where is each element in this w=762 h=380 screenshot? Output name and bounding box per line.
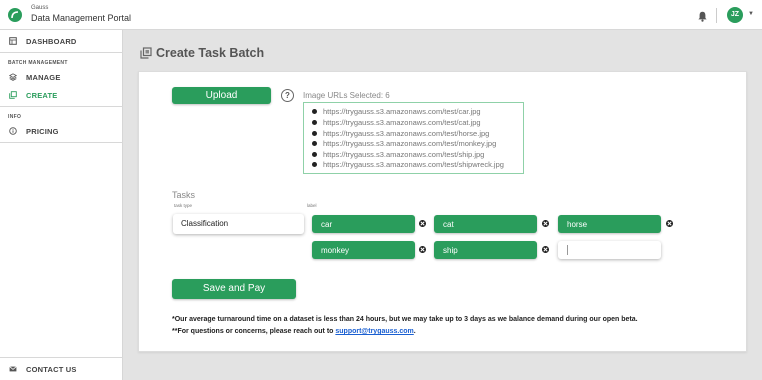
bullet-icon [312,109,317,114]
sidebar-divider [0,142,123,143]
bullet-icon [312,141,317,146]
label-chip[interactable]: cat [434,215,537,233]
text-cursor [567,245,568,255]
sidebar-item-label: MANAGE [26,73,61,82]
label-chip[interactable]: horse [558,215,661,233]
sidebar-divider [0,52,123,53]
bullet-icon [312,130,317,136]
bullet-icon [312,162,317,167]
sidebar-item-manage[interactable]: MANAGE [0,68,123,86]
label-chip-text: car [321,220,333,229]
remove-label-icon[interactable] [542,246,549,253]
sidebar-item-pricing[interactable]: PRICING [0,122,123,140]
upload-button[interactable]: Upload [172,87,271,104]
task-type-field[interactable]: Classification [173,214,304,234]
section-label-batch-management: BATCH MANAGEMENT [8,60,68,66]
turnaround-note: *Our average turnaround time on a datase… [172,316,638,323]
notification-bell-icon[interactable] [698,9,707,27]
create-batch-card: Upload ? Image URLs Selected: 6 https://… [138,71,747,352]
new-label-input[interactable] [558,241,661,259]
app-title: Data Management Portal [31,13,132,23]
help-icon[interactable]: ? [281,89,294,102]
sidebar-divider [0,106,123,107]
label-field-label: label [307,203,317,208]
image-url: https://trygauss.s3.amazonaws.com/test/s… [323,160,504,169]
layers-icon [9,73,17,81]
label-chip[interactable]: ship [434,241,537,259]
image-url: https://trygauss.s3.amazonaws.com/test/c… [323,107,481,116]
image-urls-count: Image URLs Selected: 6 [303,91,390,100]
sidebar-item-dashboard[interactable]: DASHBOARD [0,32,123,50]
image-url: https://trygauss.s3.amazonaws.com/test/s… [323,149,485,159]
contact-note: **For questions or concerns, please reac… [172,328,416,335]
section-label-info: INFO [8,114,22,120]
collections-icon [9,91,17,99]
support-email-link[interactable]: support@trygauss.com [335,328,413,335]
remove-label-icon[interactable] [419,246,426,253]
label-chip-text: cat [443,220,454,229]
remove-label-icon[interactable] [419,220,426,227]
collections-icon [140,47,152,59]
remove-label-icon[interactable] [666,220,673,227]
contact-note-text: **For questions or concerns, please reac… [172,328,336,335]
info-circle-icon [9,127,17,135]
sidebar-item-label: CONTACT US [26,365,77,374]
account-menu-caret-icon[interactable]: ▼ [748,11,754,17]
contact-note-suffix: . [413,328,416,335]
label-chip[interactable]: monkey [312,241,415,259]
mail-icon [9,366,17,372]
sidebar-item-contact-us[interactable]: CONTACT US [0,360,123,378]
label-chip-text: horse [567,220,588,229]
gauss-logo-icon[interactable] [8,8,22,22]
brand-name: Gauss [31,5,49,11]
bullet-icon [312,151,317,157]
sidebar: DASHBOARD BATCH MANAGEMENT MANAGE CREATE… [0,30,123,380]
task-type-label: task type [174,203,193,208]
sidebar-item-label: CREATE [26,91,58,100]
tasks-heading: Tasks [172,190,196,200]
image-url-list: https://trygauss.s3.amazonaws.com/test/c… [303,102,524,174]
sidebar-divider [0,357,123,358]
sidebar-item-create[interactable]: CREATE [0,86,123,104]
sidebar-item-label: PRICING [26,127,59,136]
header-divider [716,8,717,23]
remove-label-icon[interactable] [542,220,549,227]
sidebar-item-label: DASHBOARD [26,37,77,46]
label-chip-text: monkey [321,246,350,255]
bullet-icon [312,120,317,125]
task-type-value: Classification [181,219,229,228]
user-avatar[interactable]: JZ [727,7,743,23]
top-bar: Gauss Data Management Portal JZ ▼ [0,0,762,30]
dashboard-icon [9,37,17,45]
label-chip-text: ship [443,246,458,255]
label-chip[interactable]: car [312,215,415,233]
image-url: https://trygauss.s3.amazonaws.com/test/m… [323,139,497,148]
image-url: https://trygauss.s3.amazonaws.com/test/h… [323,128,490,138]
save-and-pay-button[interactable]: Save and Pay [172,279,296,299]
page-title: Create Task Batch [156,46,265,60]
image-url: https://trygauss.s3.amazonaws.com/test/c… [323,118,481,127]
